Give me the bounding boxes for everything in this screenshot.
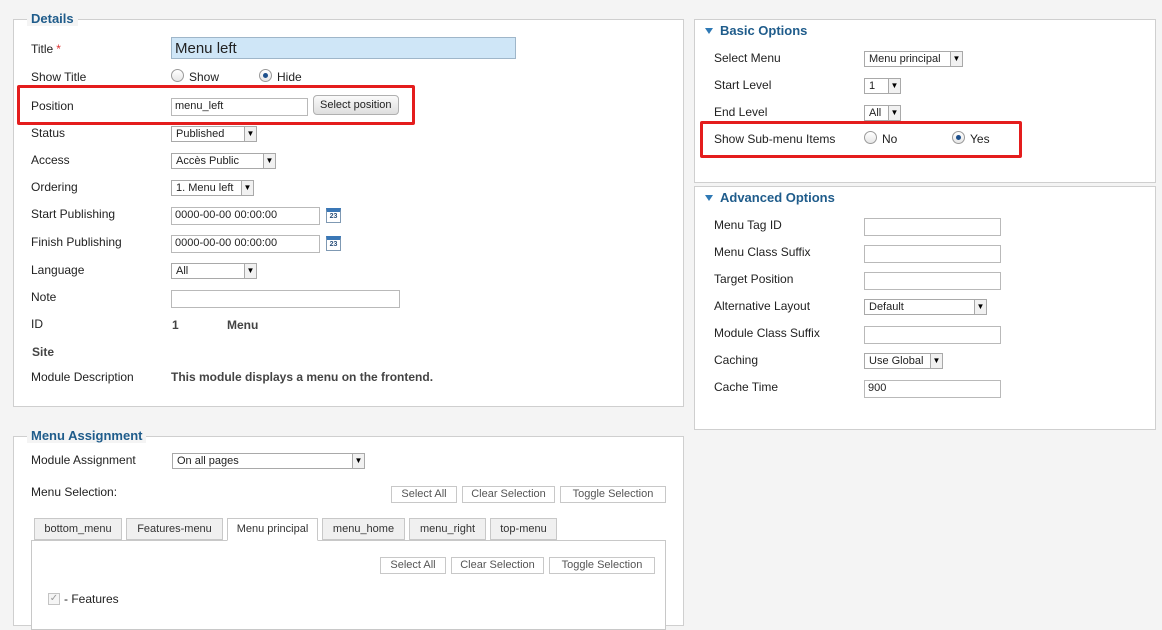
language-select[interactable]: All ▼ — [171, 263, 257, 279]
alternative-layout-label: Alternative Layout — [714, 299, 811, 313]
calendar-icon[interactable]: 23 — [326, 236, 341, 251]
show-title-label: Show Title — [31, 70, 87, 84]
note-label: Note — [31, 290, 57, 304]
module-description-label: Module Description — [31, 370, 134, 384]
module-description-value: This module displays a menu on the front… — [171, 370, 434, 384]
title-input[interactable]: Menu left — [171, 37, 516, 59]
tab-menu-principal[interactable]: Menu principal — [227, 518, 318, 541]
cache-time-label: Cache Time — [714, 380, 779, 394]
access-label: Access — [31, 153, 70, 167]
menu-tab-content — [31, 540, 666, 630]
start-publishing-input[interactable]: 0000-00-00 00:00:00 — [171, 207, 320, 225]
chevron-down-icon: ▼ — [263, 154, 275, 168]
module-assignment-select[interactable]: On all pages ▼ — [172, 453, 365, 469]
status-value: Published — [176, 128, 225, 140]
language-value: All — [176, 265, 189, 277]
alternative-layout-select[interactable]: Default ▼ — [864, 299, 987, 315]
tab-top-menu[interactable]: top-menu — [490, 518, 557, 540]
chevron-down-icon: ▼ — [352, 454, 364, 468]
details-legend: Details — [27, 11, 78, 26]
clear-selection-button[interactable]: Clear Selection — [462, 486, 555, 503]
tab-menu-home[interactable]: menu_home — [322, 518, 405, 540]
features-item-label: - Features — [64, 592, 119, 606]
tab-select-all-button[interactable]: Select All — [380, 557, 446, 574]
tab-clear-selection-button[interactable]: Clear Selection — [451, 557, 544, 574]
target-position-label: Target Position — [714, 272, 794, 286]
language-label: Language — [31, 263, 85, 277]
chevron-down-icon: ▼ — [950, 52, 962, 66]
title-label: Title * — [31, 42, 61, 56]
cache-time-input[interactable]: 900 — [864, 380, 1001, 398]
select-menu-value: Menu principal — [869, 53, 941, 65]
basic-options-panel — [694, 19, 1156, 183]
caching-value: Use Global — [869, 355, 924, 367]
end-level-select[interactable]: All ▼ — [864, 105, 901, 121]
menu-selection-label: Menu Selection: — [31, 485, 118, 499]
site-label: Site — [32, 345, 55, 359]
chevron-down-icon: ▼ — [888, 106, 900, 120]
tab-features-menu[interactable]: Features-menu — [126, 518, 223, 540]
chevron-down-icon: ▼ — [930, 354, 942, 368]
module-assignment-label: Module Assignment — [31, 453, 136, 467]
module-class-suffix-input[interactable] — [864, 326, 1001, 344]
id-value: 1 — [172, 318, 179, 332]
show-title-radio-hide[interactable] — [259, 69, 272, 82]
caching-select[interactable]: Use Global ▼ — [864, 353, 943, 369]
alternative-layout-value: Default — [869, 301, 904, 313]
show-title-option-hide: Hide — [277, 70, 302, 84]
module-assignment-value: On all pages — [177, 455, 239, 467]
status-label: Status — [31, 126, 66, 140]
module-class-suffix-label: Module Class Suffix — [714, 326, 820, 340]
finish-publishing-input[interactable]: 0000-00-00 00:00:00 — [171, 235, 320, 253]
ordering-select[interactable]: 1. Menu left ▼ — [171, 180, 254, 196]
select-all-button[interactable]: Select All — [391, 486, 457, 503]
menu-tag-id-input[interactable] — [864, 218, 1001, 236]
menu-assignment-legend: Menu Assignment — [27, 428, 147, 443]
end-level-value: All — [869, 107, 882, 119]
start-publishing-label: Start Publishing — [31, 207, 116, 221]
tab-bottom-menu[interactable]: bottom_menu — [34, 518, 122, 540]
ordering-value: 1. Menu left — [176, 182, 234, 194]
chevron-down-icon: ▼ — [241, 181, 253, 195]
status-select[interactable]: Published ▼ — [171, 126, 257, 142]
access-value: Accès Public — [176, 155, 239, 167]
start-level-value: 1 — [869, 80, 876, 92]
finish-publishing-label: Finish Publishing — [31, 235, 122, 249]
note-input[interactable] — [171, 290, 400, 308]
menu-class-suffix-input[interactable] — [864, 245, 1001, 263]
id-label: ID — [31, 317, 43, 331]
chevron-down-icon: ▼ — [974, 300, 986, 314]
calendar-icon[interactable]: 23 — [326, 208, 341, 223]
module-type: Menu — [227, 318, 259, 332]
required-marker: * — [56, 42, 61, 56]
start-level-label: Start Level — [714, 78, 772, 92]
triangle-down-icon[interactable] — [705, 195, 713, 201]
chevron-down-icon: ▼ — [244, 264, 256, 278]
show-submenu-highlight — [700, 121, 1022, 158]
show-title-radio-show[interactable] — [171, 69, 184, 82]
chevron-down-icon: ▼ — [244, 127, 256, 141]
features-checkbox[interactable]: ✓ — [48, 593, 60, 605]
target-position-input[interactable] — [864, 272, 1001, 290]
caching-label: Caching — [714, 353, 759, 367]
start-level-select[interactable]: 1 ▼ — [864, 78, 901, 94]
end-level-label: End Level — [714, 105, 768, 119]
select-menu-select[interactable]: Menu principal ▼ — [864, 51, 963, 67]
menu-class-suffix-label: Menu Class Suffix — [714, 245, 811, 259]
advanced-options-title[interactable]: Advanced Options — [720, 190, 835, 205]
show-title-option-show: Show — [189, 70, 220, 84]
tab-menu-right[interactable]: menu_right — [409, 518, 486, 540]
access-select[interactable]: Accès Public ▼ — [171, 153, 276, 169]
tab-toggle-selection-button[interactable]: Toggle Selection — [549, 557, 655, 574]
basic-options-title[interactable]: Basic Options — [720, 23, 807, 38]
menu-tag-id-label: Menu Tag ID — [714, 218, 782, 232]
toggle-selection-button[interactable]: Toggle Selection — [560, 486, 666, 503]
triangle-down-icon[interactable] — [705, 28, 713, 34]
chevron-down-icon: ▼ — [888, 79, 900, 93]
select-menu-label: Select Menu — [714, 51, 781, 65]
ordering-label: Ordering — [31, 180, 78, 194]
position-highlight — [17, 85, 415, 125]
